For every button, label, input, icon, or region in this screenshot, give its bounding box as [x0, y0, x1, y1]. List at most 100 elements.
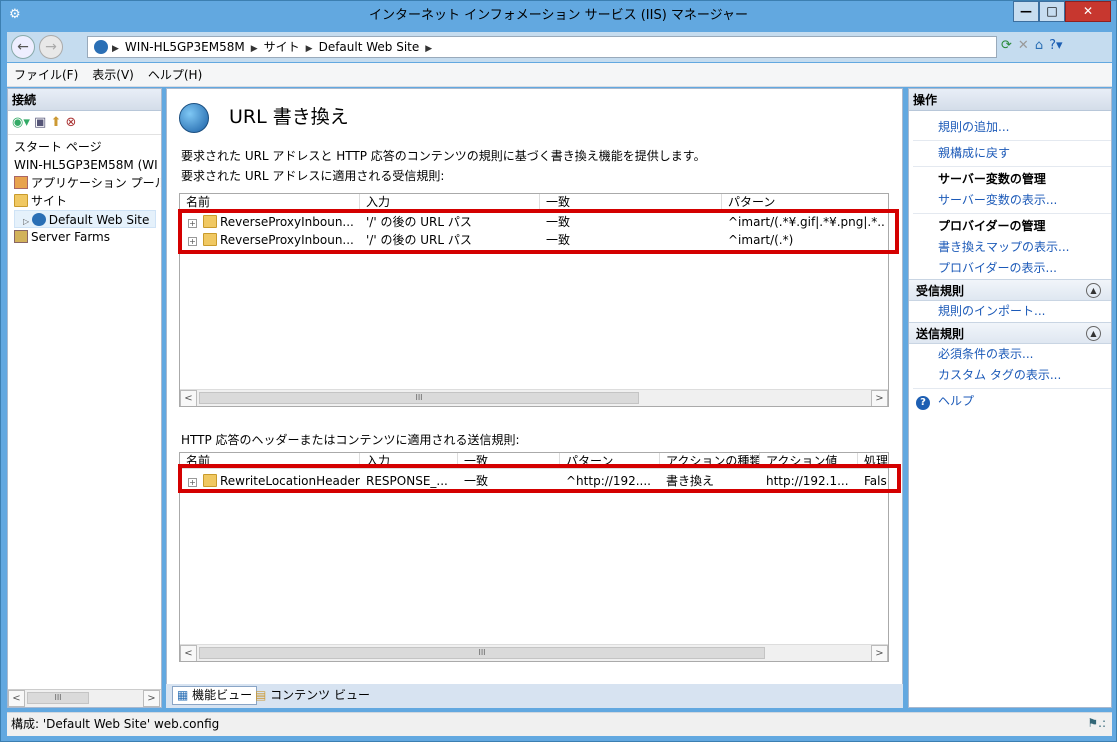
breadcrumb[interactable]: ▶ WIN-HL5GP3EM58M ▶ サイト ▶ Default Web Site ▶ — [87, 36, 997, 58]
tab-content-view[interactable]: ▤ コンテンツ ビュー — [250, 686, 375, 705]
chevron-right-icon: ▶ — [112, 44, 119, 54]
help-link[interactable]: ? ヘルプ — [909, 391, 1111, 412]
providers-heading: プロバイダーの管理 — [938, 219, 1046, 233]
tree-item-server[interactable]: WIN-HL5GP3EM58M (WI — [14, 156, 161, 174]
chevron-right-icon: ▶ — [305, 44, 313, 54]
column-header-match[interactable]: 一致 — [540, 194, 722, 210]
view-server-variables-link[interactable]: サーバー変数の表示... — [909, 190, 1111, 211]
breadcrumb-item-sites[interactable]: サイト — [260, 37, 304, 57]
window-title: インターネット インフォメーション サービス (IIS) マネージャー — [368, 8, 749, 23]
forward-button[interactable]: → — [39, 35, 63, 59]
save-icon[interactable]: ▣ — [34, 115, 46, 130]
actions-pane: 操作 規則の追加... 親構成に戻す サーバー変数の管理 サーバー変数の表示..… — [908, 88, 1112, 708]
expand-arrow-icon[interactable]: ▷ — [23, 217, 32, 226]
tree-item-sites[interactable]: サイト — [14, 192, 161, 210]
folder-icon — [14, 194, 28, 207]
up-icon[interactable]: ⬆ — [50, 115, 61, 130]
status-bar: 構成: 'Default Web Site' web.config ⚑.: — [7, 712, 1112, 736]
scroll-left-button[interactable]: < — [8, 690, 25, 707]
minimize-button[interactable]: — — [1013, 1, 1039, 22]
chevron-right-icon: ▶ — [250, 44, 258, 54]
content-view-icon: ▤ — [255, 688, 267, 702]
outbound-horizontal-scrollbar[interactable]: < III > — [180, 644, 888, 661]
chevron-right-icon: ▶ — [425, 44, 433, 54]
scroll-thumb[interactable]: III — [199, 647, 765, 659]
view-custom-tags-link[interactable]: カスタム タグの表示... — [909, 365, 1111, 386]
server-variables-heading: サーバー変数の管理 — [938, 172, 1046, 186]
feature-description: 要求された URL アドレスと HTTP 応答のコンテンツの規則に基づく書き換え… — [181, 149, 706, 163]
inbound-grid-header: 名前 入力 一致 パターン — [180, 194, 888, 210]
tree-item-start-page[interactable]: スタート ページ — [14, 138, 161, 156]
connections-toolbar: ◉▾ ▣ ⬆ ⊗ — [8, 111, 161, 135]
scroll-right-button[interactable]: > — [871, 645, 888, 661]
status-text: 構成: 'Default Web Site' web.config — [11, 717, 220, 731]
inbound-rules-section[interactable]: 受信規則 ▲ — [909, 279, 1111, 301]
feature-view-icon: ▦ — [177, 688, 189, 702]
tab-feature-view[interactable]: ▦ 機能ビュー — [172, 686, 258, 705]
breadcrumb-item-server[interactable]: WIN-HL5GP3EM58M — [121, 37, 249, 57]
add-rule-link[interactable]: 規則の追加... — [909, 117, 1111, 138]
maximize-button[interactable]: □ — [1039, 1, 1065, 22]
page-title: URL 書き換え — [229, 106, 349, 128]
actions-header: 操作 — [909, 89, 1111, 111]
scroll-thumb[interactable]: III — [199, 392, 639, 404]
scroll-right-button[interactable]: > — [871, 390, 888, 406]
connections-pane: 接続 ◉▾ ▣ ⬆ ⊗ スタート ページ WIN-HL5GP3EM58M (WI… — [7, 88, 162, 708]
address-toolbar: ⟳ ✕ ⌂ ?▾ — [1001, 38, 1069, 58]
highlight-box — [178, 464, 901, 493]
inbound-horizontal-scrollbar[interactable]: < III > — [180, 389, 888, 406]
collapse-icon[interactable]: ▲ — [1086, 326, 1101, 341]
back-button[interactable]: ← — [11, 35, 35, 59]
import-rules-link[interactable]: 規則のインポート... — [909, 301, 1111, 322]
revert-to-parent-link[interactable]: 親構成に戻す — [909, 143, 1111, 164]
globe-icon — [31, 213, 46, 226]
tree-item-server-farms[interactable]: Server Farms — [14, 228, 161, 246]
close-button[interactable]: ✕ — [1065, 1, 1111, 22]
highlight-box — [178, 209, 899, 254]
stop-icon[interactable]: ✕ — [1018, 38, 1029, 53]
divider — [913, 140, 1111, 141]
divider — [913, 166, 1111, 167]
connect-icon[interactable]: ◉▾ — [12, 115, 30, 130]
outbound-rules-section[interactable]: 送信規則 ▲ — [909, 322, 1111, 344]
help-icon: ? — [916, 396, 930, 410]
inbound-rules-label: 要求された URL アドレスに適用される受信規則: — [181, 169, 445, 183]
tree-item-default-web-site[interactable]: ▷ Default Web Site — [14, 210, 156, 228]
scroll-left-button[interactable]: < — [180, 645, 197, 661]
view-rewrite-maps-link[interactable]: 書き換えマップの表示... — [909, 237, 1111, 258]
menu-bar: ファイル(F) 表示(V) ヘルプ(H) — [7, 63, 1112, 87]
features-pane: URL 書き換え 要求された URL アドレスと HTTP 応答のコンテンツの規… — [166, 88, 903, 708]
url-rewrite-icon — [179, 103, 209, 133]
column-header-name[interactable]: 名前 — [180, 194, 360, 210]
iis-manager-window: ⚙ インターネット インフォメーション サービス (IIS) マネージャー — … — [0, 0, 1117, 742]
scroll-right-button[interactable]: > — [143, 690, 160, 707]
network-icon: ⚑.: — [1087, 716, 1106, 730]
help-icon[interactable]: ?▾ — [1049, 38, 1062, 53]
scroll-thumb[interactable]: III — [27, 692, 89, 704]
refresh-icon[interactable]: ⟳ — [1001, 38, 1012, 53]
column-header-input[interactable]: 入力 — [360, 194, 540, 210]
menu-help[interactable]: ヘルプ(H) — [141, 63, 209, 87]
scroll-left-button[interactable]: < — [180, 390, 197, 406]
title-bar: ⚙ インターネット インフォメーション サービス (IIS) マネージャー — … — [1, 1, 1116, 31]
collapse-icon[interactable]: ▲ — [1086, 283, 1101, 298]
home-icon[interactable]: ⌂ — [1035, 38, 1043, 53]
view-preconditions-link[interactable]: 必須条件の表示... — [909, 344, 1111, 365]
divider — [913, 388, 1111, 389]
menu-file[interactable]: ファイル(F) — [7, 63, 85, 87]
column-header-pattern[interactable]: パターン — [722, 194, 888, 210]
menu-view[interactable]: 表示(V) — [85, 63, 141, 87]
view-tabs: ▦ 機能ビュー ▤ コンテンツ ビュー — [166, 684, 903, 708]
globe-icon — [94, 40, 108, 54]
server-farm-icon — [14, 230, 28, 243]
divider — [913, 213, 1111, 214]
view-providers-link[interactable]: プロバイダーの表示... — [909, 258, 1111, 279]
disconnect-icon[interactable]: ⊗ — [66, 115, 77, 130]
address-bar: ← → ▶ WIN-HL5GP3EM58M ▶ サイト ▶ Default Web Sit… — [7, 32, 1112, 62]
connections-scrollbar[interactable]: < III > — [8, 689, 161, 707]
outbound-rules-label: HTTP 応答のヘッダーまたはコンテンツに適用される送信規則: — [181, 433, 520, 447]
breadcrumb-item-site[interactable]: Default Web Site — [315, 37, 424, 57]
app-pool-icon — [14, 176, 28, 189]
connections-header: 接続 — [8, 89, 161, 111]
tree-item-app-pools[interactable]: アプリケーション プール — [14, 174, 161, 192]
